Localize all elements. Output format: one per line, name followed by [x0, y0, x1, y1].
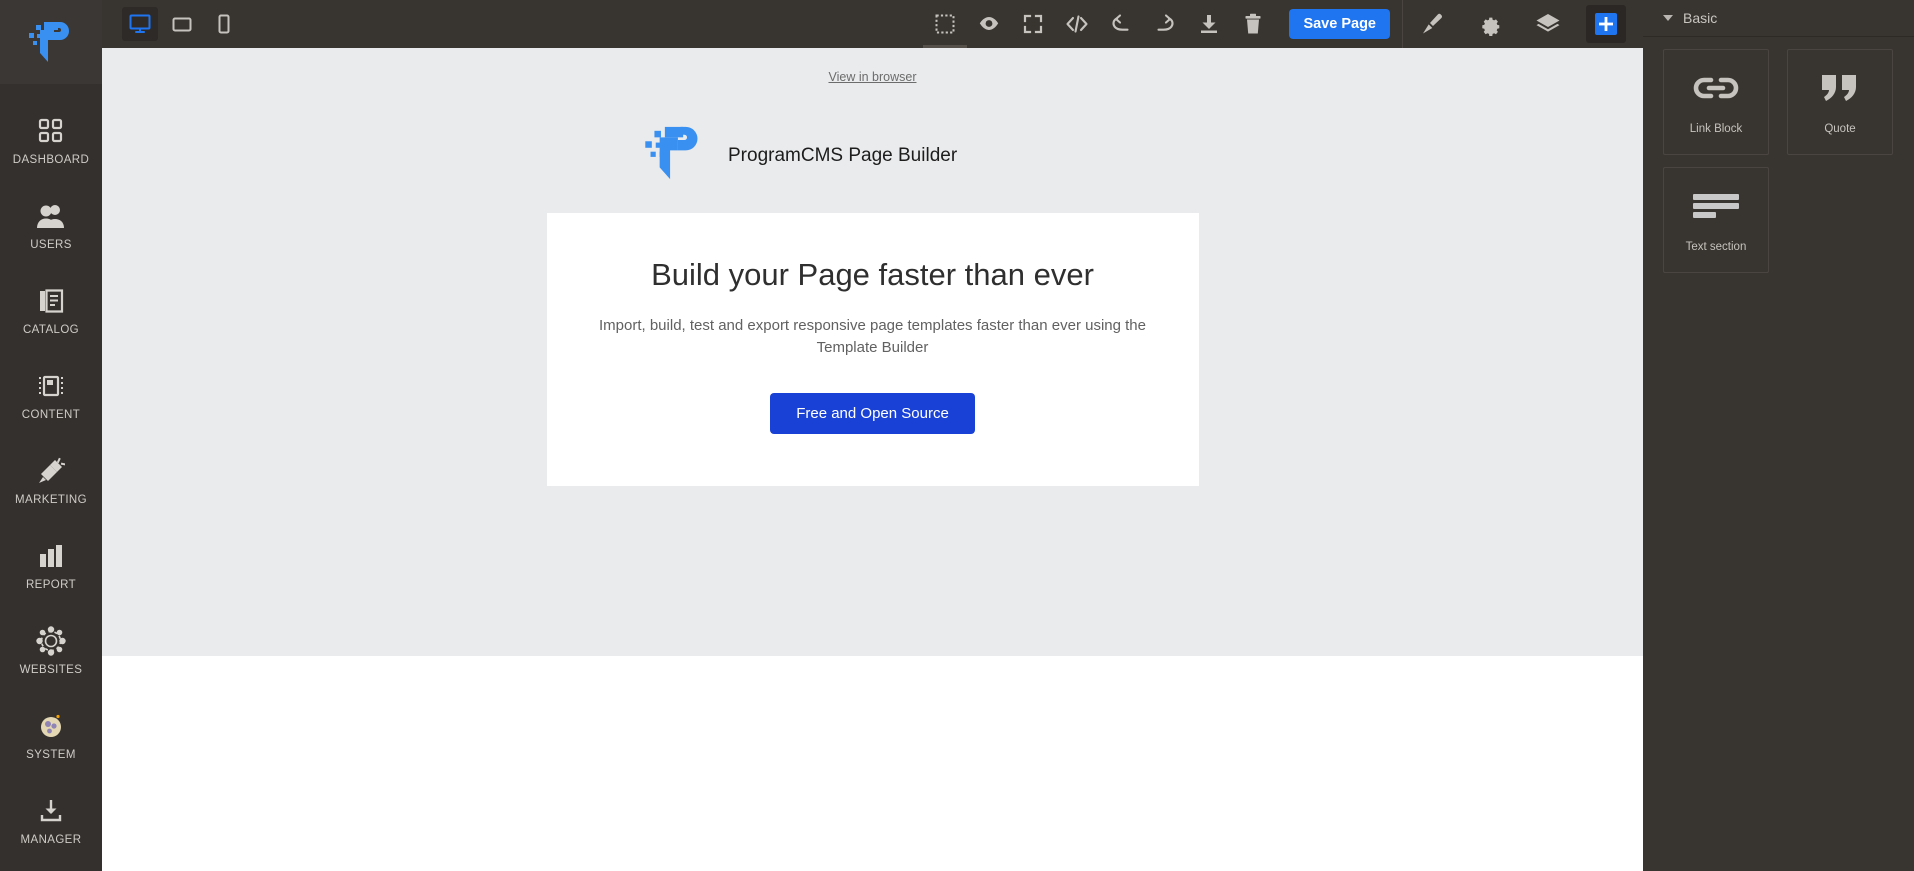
- download-tray-icon: [36, 796, 66, 826]
- sidebar-item-label: CATALOG: [22, 323, 80, 336]
- sidebar-item-marketing[interactable]: MARKETING: [0, 438, 102, 523]
- sidebar-item-content[interactable]: CONTENT: [0, 353, 102, 438]
- sidebar-item-manager[interactable]: MANAGER: [0, 778, 102, 863]
- sidebar-item-label: SYSTEM: [26, 748, 76, 761]
- blocks-category-label: Basic: [1683, 10, 1718, 26]
- email-template-body: View in browser ProgramCMS Page Builder …: [102, 48, 1643, 656]
- catalog-book-icon: [36, 286, 66, 316]
- layer-manager-button[interactable]: [1519, 0, 1577, 48]
- hero-subtitle: Import, build, test and export responsiv…: [599, 317, 1146, 356]
- sidebar-item-label: MARKETING: [15, 493, 87, 506]
- device-switcher: [102, 7, 242, 41]
- programcms-logo[interactable]: [0, 0, 102, 84]
- toolbar-actions: Save Page: [923, 0, 1402, 48]
- editor-column: Save Page View in browser ProgramCMS Pag…: [102, 0, 1643, 871]
- hero-title: Build your Page faster than ever: [651, 257, 1094, 292]
- view-code-button[interactable]: [1055, 0, 1099, 48]
- megaphone-icon: [36, 456, 66, 486]
- style-manager-button[interactable]: [1403, 0, 1461, 48]
- blocks-button[interactable]: [1586, 5, 1626, 43]
- panel-switcher: [1403, 0, 1643, 48]
- sidebar-item-report[interactable]: REPORT: [0, 523, 102, 608]
- text-line: [1693, 212, 1716, 218]
- blocks-panel-empty-area: [1643, 279, 1914, 871]
- view-in-browser-link[interactable]: View in browser: [828, 70, 916, 84]
- link-chain-icon: [1693, 69, 1739, 107]
- text-line: [1693, 203, 1739, 209]
- sidebar-item-label: WEBSITES: [19, 663, 83, 676]
- app-root: DASHBOARD USERS CATALOG CONTENT MARKETIN…: [0, 0, 1914, 871]
- block-quote[interactable]: Quote: [1787, 49, 1893, 155]
- sidebar-item-dashboard[interactable]: DASHBOARD: [0, 98, 102, 183]
- sidebar-item-websites[interactable]: WEBSITES: [0, 608, 102, 693]
- text-lines-group: [1693, 191, 1739, 221]
- sidebar-item-label: DASHBOARD: [12, 153, 90, 166]
- block-label: Text section: [1685, 241, 1747, 253]
- fullscreen-button[interactable]: [1011, 0, 1055, 48]
- settings-button[interactable]: [1461, 0, 1519, 48]
- blocks-category-basic[interactable]: Basic: [1643, 0, 1914, 37]
- clear-canvas-button[interactable]: [1231, 0, 1275, 48]
- hero-card[interactable]: Build your Page faster than ever Import,…: [546, 213, 1199, 486]
- preview-button[interactable]: [967, 0, 1011, 48]
- device-desktop-button[interactable]: [122, 7, 158, 41]
- page-canvas[interactable]: View in browser ProgramCMS Page Builder …: [102, 48, 1643, 871]
- device-mobile-button[interactable]: [206, 7, 242, 41]
- eye-icon: [980, 17, 999, 30]
- system-gear-ball-icon: [36, 711, 66, 741]
- brand-logo-icon: [644, 124, 704, 187]
- blocks-panel: Basic Link Block Quote Text section: [1643, 0, 1914, 871]
- toggle-borders-button[interactable]: [923, 0, 968, 48]
- sidebar-item-users[interactable]: USERS: [0, 183, 102, 268]
- block-text-section[interactable]: Text section: [1663, 167, 1769, 273]
- sidebar-item-system[interactable]: SYSTEM: [0, 693, 102, 778]
- import-export-button[interactable]: [1187, 0, 1231, 48]
- undo-button[interactable]: [1099, 0, 1143, 48]
- bar-chart-icon: [36, 541, 66, 571]
- sidebar-item-label: REPORT: [25, 578, 77, 591]
- programcms-logo-icon: [29, 22, 69, 62]
- save-page-button[interactable]: Save Page: [1289, 9, 1390, 39]
- redo-button[interactable]: [1143, 0, 1187, 48]
- view-in-browser-row: View in browser: [102, 48, 1643, 86]
- block-label: Link Block: [1689, 123, 1743, 135]
- device-tablet-button[interactable]: [164, 7, 200, 41]
- editor-toolbar: Save Page: [102, 0, 1643, 48]
- blocks-grid: Link Block Quote Text section: [1643, 37, 1914, 279]
- dashboard-grid-icon: [36, 116, 66, 146]
- sidebar-item-label: USERS: [30, 238, 72, 251]
- sidebar-item-label: CONTENT: [21, 408, 81, 421]
- content-book-icon: [36, 371, 66, 401]
- brand-header: ProgramCMS Page Builder: [102, 86, 1643, 187]
- text-line: [1693, 194, 1739, 200]
- quote-marks-icon: [1820, 69, 1860, 107]
- text-lines-icon: [1693, 187, 1739, 225]
- users-icon: [36, 201, 66, 231]
- chevron-down-icon: [1663, 15, 1673, 21]
- block-label: Quote: [1824, 123, 1856, 135]
- brand-title: ProgramCMS Page Builder: [728, 144, 958, 166]
- sidebar-item-label: MANAGER: [20, 833, 82, 846]
- sidebar-item-catalog[interactable]: CATALOG: [0, 268, 102, 353]
- hero-cta-button[interactable]: Free and Open Source: [770, 392, 975, 434]
- block-link-block[interactable]: Link Block: [1663, 49, 1769, 155]
- globe-nodes-icon: [36, 625, 66, 656]
- sidebar-nav: DASHBOARD USERS CATALOG CONTENT MARKETIN…: [0, 84, 102, 863]
- left-sidebar: DASHBOARD USERS CATALOG CONTENT MARKETIN…: [0, 0, 102, 871]
